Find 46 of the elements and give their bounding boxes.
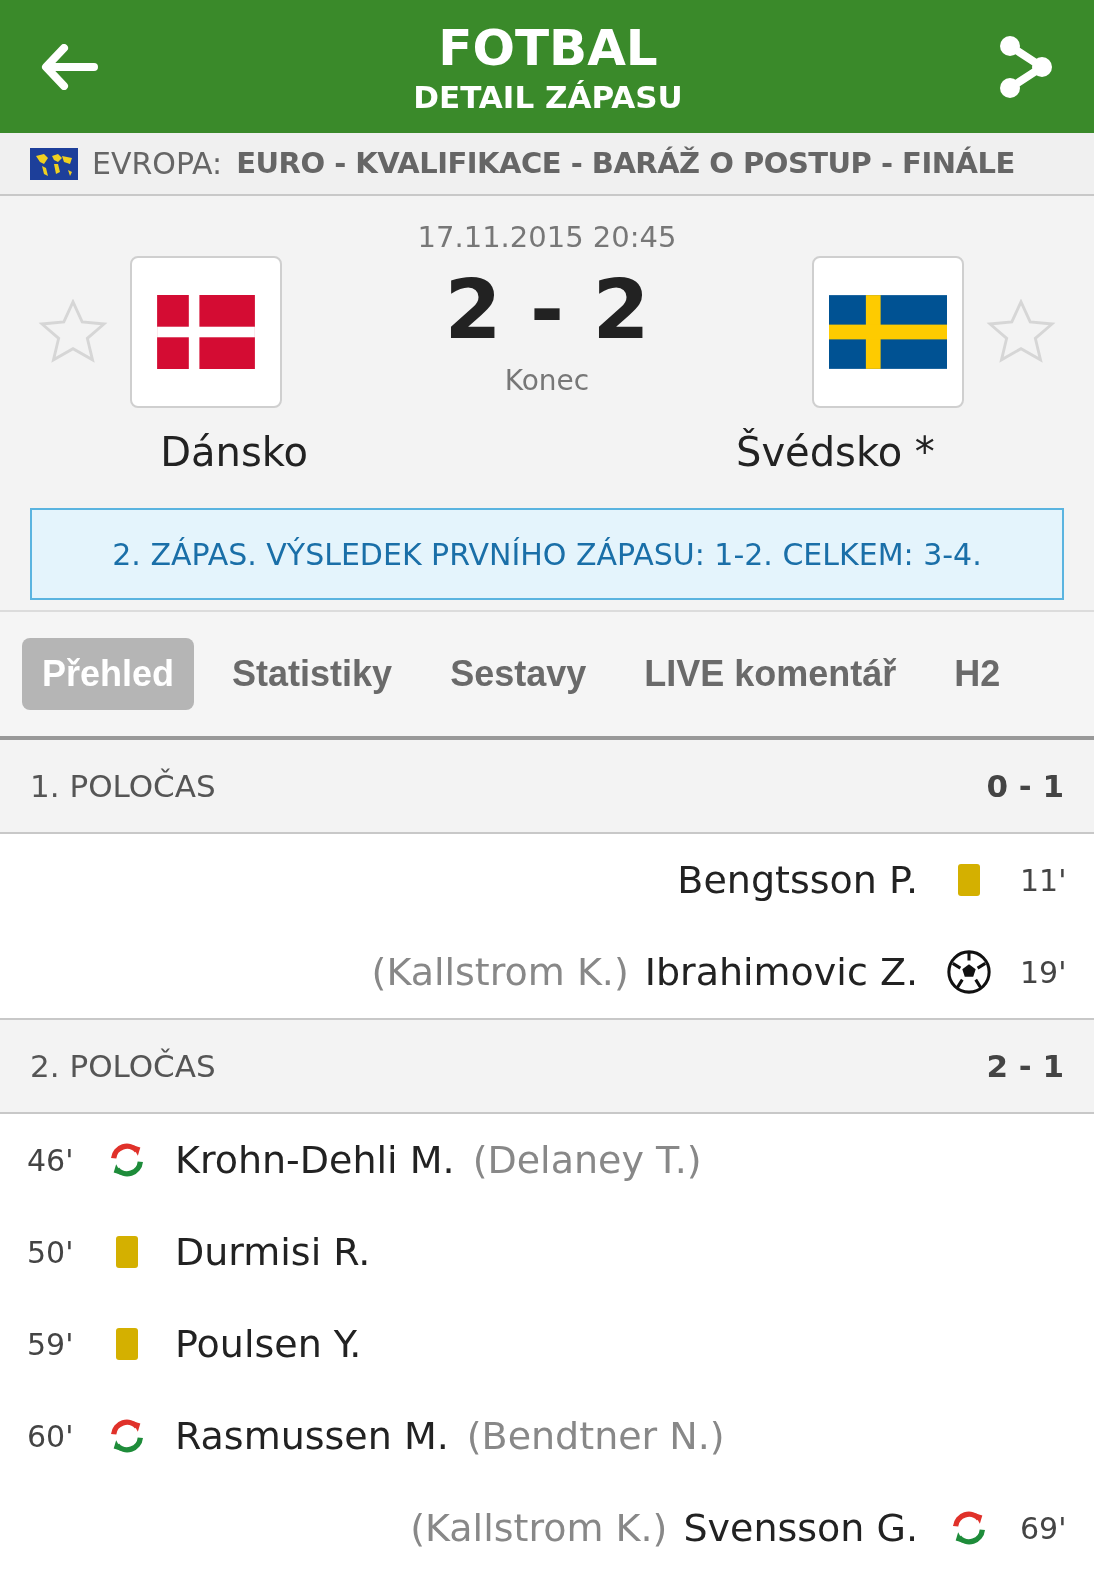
star-icon[interactable] bbox=[986, 299, 1056, 365]
player-name: Bengtsson P. bbox=[677, 856, 918, 904]
assist-name: (Delaney T.) bbox=[472, 1136, 702, 1184]
event-minute: 69' bbox=[1020, 1509, 1064, 1548]
event-minute: 46' bbox=[27, 1141, 75, 1180]
assist-name: (Kallstrom K.) bbox=[371, 948, 629, 996]
period-title: 2. POLOČAS bbox=[30, 1046, 216, 1086]
away-team-name: Švédsko * bbox=[736, 427, 935, 477]
player-name: Durmisi R. bbox=[175, 1228, 371, 1276]
event-minute: 60' bbox=[27, 1417, 75, 1456]
player-name: Poulsen Y. bbox=[175, 1320, 362, 1368]
share-icon[interactable] bbox=[998, 35, 1054, 98]
player-name: Ibrahimovic Z. bbox=[644, 948, 918, 996]
period-title: 1. POLOČAS bbox=[30, 766, 216, 806]
star-icon[interactable] bbox=[38, 299, 108, 365]
period-score: 2 - 1 bbox=[986, 1046, 1064, 1086]
flag-icon bbox=[829, 295, 947, 369]
league-name: EURO - KVALIFIKACE - BARÁŽ O POSTUP - FINÁLE bbox=[236, 144, 1015, 182]
event-minute: 19' bbox=[1020, 953, 1064, 992]
league-region: EVROPA: bbox=[92, 145, 223, 183]
ball-icon bbox=[946, 949, 992, 995]
tab[interactable]: H2 bbox=[934, 638, 1021, 710]
match-datetime: 17.11.2015 20:45 bbox=[417, 219, 677, 256]
back-arrow-icon[interactable] bbox=[40, 43, 98, 90]
booking-card-icon bbox=[116, 1236, 138, 1268]
event-minute: 59' bbox=[27, 1325, 75, 1364]
tab[interactable]: Statistiky bbox=[212, 638, 413, 710]
assist-name: (Kallstrom K.) bbox=[410, 1504, 668, 1552]
player-name: Rasmussen M. bbox=[175, 1412, 449, 1460]
assist-name: (Bendtner N.) bbox=[466, 1412, 725, 1460]
period-score: 0 - 1 bbox=[986, 766, 1064, 806]
info-banner: 2. ZÁPAS. VÝSLEDEK PRVNÍHO ZÁPASU: 1-2. CELKEM: 3-4. bbox=[30, 508, 1064, 600]
match-score: 2 - 2 bbox=[444, 260, 650, 359]
booking-card-icon bbox=[958, 864, 980, 896]
home-team-name: Dánsko bbox=[160, 428, 308, 477]
tab[interactable]: LIVE komentář bbox=[624, 638, 917, 710]
world-map-icon bbox=[30, 147, 78, 180]
player-name: Svensson G. bbox=[683, 1504, 918, 1552]
tab[interactable]: Sestavy bbox=[430, 638, 607, 710]
app-subtitle: DETAIL ZÁPASU bbox=[413, 77, 683, 116]
event-minute: 11' bbox=[1020, 861, 1064, 900]
player-name: Krohn-Dehli M. bbox=[175, 1136, 455, 1184]
event-minute: 50' bbox=[27, 1233, 75, 1272]
booking-card-icon bbox=[116, 1328, 138, 1360]
app-title: FOTBAL bbox=[438, 17, 658, 78]
match-status: Konec bbox=[504, 362, 590, 399]
